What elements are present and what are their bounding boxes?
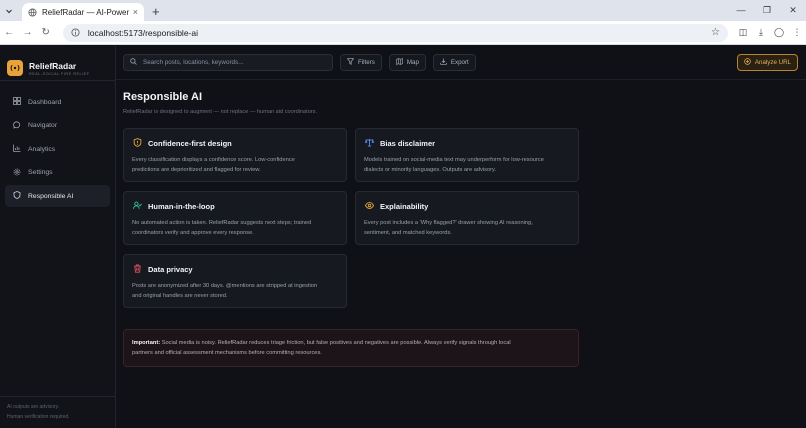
shield-icon <box>132 138 142 149</box>
browser-tab-strip: ReliefRadar — AI-Powered Foc × + — ❐ ✕ <box>0 0 806 21</box>
reload-icon[interactable]: ↻ <box>37 27 55 38</box>
card-text: Every classification displays a confiden… <box>132 157 295 163</box>
map-button[interactable]: Map <box>388 54 426 71</box>
search-icon <box>130 58 137 67</box>
address-bar: ← → ↻ localhost:5173/responsible-ai ☆ ◫ … <box>0 21 806 45</box>
menu-kebab-icon[interactable]: ⋮ <box>788 27 806 38</box>
chart-icon <box>12 144 22 154</box>
tab-title: ReliefRadar — AI-Powered Foc <box>42 7 129 17</box>
brand[interactable]: ReliefRadar REAL-SOCIAL FIRE RELIEF <box>0 46 115 80</box>
filters-label: Filters <box>358 59 375 66</box>
close-window-icon[interactable]: ✕ <box>780 0 806 21</box>
users-icon <box>132 201 142 212</box>
map-icon <box>396 58 403 67</box>
card-data-privacy: Data privacy Posts are anonymized after … <box>123 254 347 308</box>
analyze-url-button[interactable]: Analyze URL <box>736 54 798 71</box>
page-subtitle: ReliefRadar is designed to augment — not… <box>123 109 318 115</box>
close-tab-icon[interactable]: × <box>133 7 138 17</box>
back-icon[interactable]: ← <box>0 27 18 38</box>
globe-icon <box>28 7 37 17</box>
filter-icon <box>346 58 355 67</box>
filters-button[interactable]: Filters <box>340 54 382 71</box>
chat-icon <box>12 120 22 131</box>
forward-icon[interactable]: → <box>18 27 36 38</box>
card-text: and original handles are never stored. <box>132 293 228 299</box>
sidebar-item-label: Analytics <box>28 145 56 153</box>
card-text: No automated action is taken. ReliefRada… <box>132 220 312 226</box>
window-controls: — ❐ ✕ <box>728 0 806 21</box>
search-placeholder: Search posts, locations, keywords... <box>143 59 244 66</box>
card-bias-disclaimer: Bias disclaimer Models trained on social… <box>355 128 579 182</box>
card-human-in-the-loop: Human-in-the-loop No automated action is… <box>123 191 347 245</box>
extensions-icon[interactable]: ◫ <box>734 27 752 38</box>
card-title: Data privacy <box>148 265 193 274</box>
minimize-icon[interactable]: — <box>728 0 754 21</box>
card-title: Human-in-the-loop <box>148 202 215 211</box>
grid-icon <box>12 97 22 107</box>
shield-icon <box>12 191 22 201</box>
card-title: Confidence-first design <box>148 139 232 148</box>
top-bar: Search posts, locations, keywords... Fil… <box>116 46 806 80</box>
sidebar-item-navigator[interactable]: Navigator <box>5 115 110 137</box>
trash-icon <box>132 264 142 275</box>
download-icon <box>440 58 447 67</box>
eye-icon <box>364 201 374 212</box>
card-confidence-first: Confidence-first design Every classifica… <box>123 128 347 182</box>
sidebar-item-dashboard[interactable]: Dashboard <box>5 91 110 113</box>
omnibox[interactable]: localhost:5173/responsible-ai ☆ <box>62 23 728 42</box>
gear-icon <box>12 168 22 178</box>
site-info-icon[interactable] <box>71 28 80 37</box>
brand-name: ReliefRadar <box>29 60 77 71</box>
restore-icon[interactable]: ❐ <box>754 0 780 21</box>
new-tab-button[interactable]: + <box>152 3 160 21</box>
sidebar-item-label: Dashboard <box>28 98 62 106</box>
card-text: Posts are anonymized after 30 days. @men… <box>132 283 318 289</box>
card-text: Every post includes a 'Why flagged?' dra… <box>364 220 533 226</box>
app-root: ReliefRadar REAL-SOCIAL FIRE RELIEF Dash… <box>0 46 806 428</box>
sidebar-item-settings[interactable]: Settings <box>5 162 110 184</box>
notice-label: Important: <box>132 340 161 346</box>
scale-icon <box>364 138 374 149</box>
radar-logo-icon <box>7 60 23 76</box>
sidebar: ReliefRadar REAL-SOCIAL FIRE RELIEF Dash… <box>0 46 116 428</box>
brand-tagline: REAL-SOCIAL FIRE RELIEF <box>29 71 90 76</box>
card-explainability: Explainability Every post includes a 'Wh… <box>355 191 579 245</box>
page-content: Responsible AI ReliefRadar is designed t… <box>123 91 579 367</box>
notice-text: partners and official assessment mechani… <box>132 350 322 356</box>
profile-icon[interactable]: ◯ <box>770 27 788 38</box>
important-notice: Important: Social media is noisy. Relief… <box>123 329 579 367</box>
download-icon[interactable]: ⤓ <box>752 27 770 38</box>
map-label: Map <box>406 59 419 66</box>
export-label: Export <box>450 59 469 66</box>
main-content: Search posts, locations, keywords... Fil… <box>116 46 806 428</box>
sidebar-item-label: Settings <box>28 169 53 177</box>
search-input[interactable]: Search posts, locations, keywords... <box>123 54 333 71</box>
plus-circle-icon <box>744 58 751 67</box>
sidebar-nav: Dashboard Navigator Analytics Settings R… <box>0 81 115 208</box>
browser-toolbar: ◫ ⤓ ◯ ⋮ <box>734 27 806 38</box>
footer-note: Human verification required. <box>7 413 70 420</box>
chevron-down-icon <box>6 9 12 13</box>
export-button[interactable]: Export <box>432 54 476 71</box>
url-text: localhost:5173/responsible-ai <box>87 27 198 38</box>
card-text: predictions are deprioritized and flagge… <box>132 167 261 173</box>
tab-search-button[interactable] <box>0 0 18 21</box>
sidebar-item-label: Responsible AI <box>28 192 74 200</box>
card-title: Explainability <box>380 202 429 211</box>
sidebar-item-analytics[interactable]: Analytics <box>5 138 110 160</box>
sidebar-footer: AI outputs are advisory. Human verificat… <box>0 396 115 428</box>
card-text: sentiment, and matched keywords. <box>364 230 452 236</box>
analyze-label: Analyze URL <box>754 59 791 66</box>
sidebar-item-responsible-ai[interactable]: Responsible AI <box>5 185 110 208</box>
bookmark-star-icon[interactable]: ☆ <box>711 27 720 38</box>
notice-text: Social media is noisy. ReliefRadar reduc… <box>161 340 511 346</box>
card-text: Models trained on social-media text may … <box>364 157 544 163</box>
sidebar-item-label: Navigator <box>28 122 58 130</box>
card-title: Bias disclaimer <box>380 139 436 148</box>
card-text: coordinators verify and approve every re… <box>132 230 254 236</box>
card-text: dialects or minority languages. Outputs … <box>364 167 497 173</box>
browser-tab[interactable]: ReliefRadar — AI-Powered Foc × <box>22 3 144 21</box>
footer-note: AI outputs are advisory. <box>7 404 60 410</box>
page-title: Responsible AI <box>123 91 203 103</box>
